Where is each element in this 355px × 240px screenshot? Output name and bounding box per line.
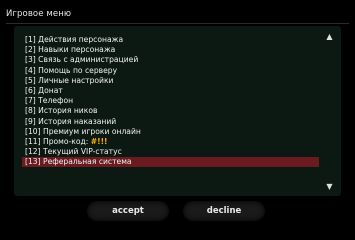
list-item-label: [7] Телефон [25, 96, 74, 106]
list-item-label: [11] Промо-код: [25, 136, 89, 146]
promo-code-icon: #!!! [90, 136, 108, 146]
dialog-title: Игровое меню [6, 9, 72, 19]
list-item-label: [10] Премиум игроки онлайн [25, 126, 141, 136]
list-item[interactable]: [10] Премиум игроки онлайн [22, 127, 319, 137]
list-item[interactable]: [8] История ников [22, 106, 319, 116]
game-menu-dialog: Игровое меню [1] Действия персонажа [2] … [0, 0, 355, 240]
list-item-label: [5] Личные настройки [25, 75, 114, 85]
list-item[interactable]: [12] Текущий VIP-статус [22, 147, 319, 157]
list-item[interactable]: [7] Телефон [22, 96, 319, 106]
decline-button[interactable]: decline [183, 201, 265, 221]
list-item-label: [8] История ников [25, 106, 98, 116]
list-item[interactable]: [1] Действия персонажа [22, 35, 319, 45]
menu-list-panel: [1] Действия персонажа [2] Навыки персон… [14, 26, 341, 196]
list-item-label: [2] Навыки персонажа [25, 45, 116, 55]
scroll-up-arrow-icon[interactable]: ▲ [325, 32, 334, 41]
list-item-label: [12] Текущий VIP-статус [25, 147, 122, 157]
list-item[interactable]: [9] История наказаний [22, 117, 319, 127]
list-item[interactable]: [5] Личные настройки [22, 76, 319, 86]
list-item[interactable]: [2] Навыки персонажа [22, 45, 319, 55]
title-divider [6, 23, 349, 24]
list-item[interactable]: [4] Помощь по серверу [22, 66, 319, 76]
list-item-label: [4] Помощь по серверу [25, 65, 118, 75]
list-item-label: [13] Реферальная система [25, 157, 132, 167]
menu-list: [1] Действия персонажа [2] Навыки персон… [22, 35, 319, 168]
accept-button[interactable]: accept [87, 201, 169, 221]
list-item-label: [6] Донат [25, 85, 63, 95]
list-item-selected[interactable]: [13] Реферальная система [22, 157, 319, 168]
list-item[interactable]: [11] Промо-код: #!!! [22, 137, 319, 147]
scroll-down-arrow-icon[interactable]: ▼ [325, 182, 334, 191]
list-item[interactable]: [6] Донат [22, 86, 319, 96]
list-item[interactable]: [3] Связь с администрацией [22, 55, 319, 65]
list-item-label: [1] Действия персонажа [25, 35, 124, 44]
list-item-label: [3] Связь с администрацией [25, 55, 139, 65]
list-item-label: [9] История наказаний [25, 116, 117, 126]
